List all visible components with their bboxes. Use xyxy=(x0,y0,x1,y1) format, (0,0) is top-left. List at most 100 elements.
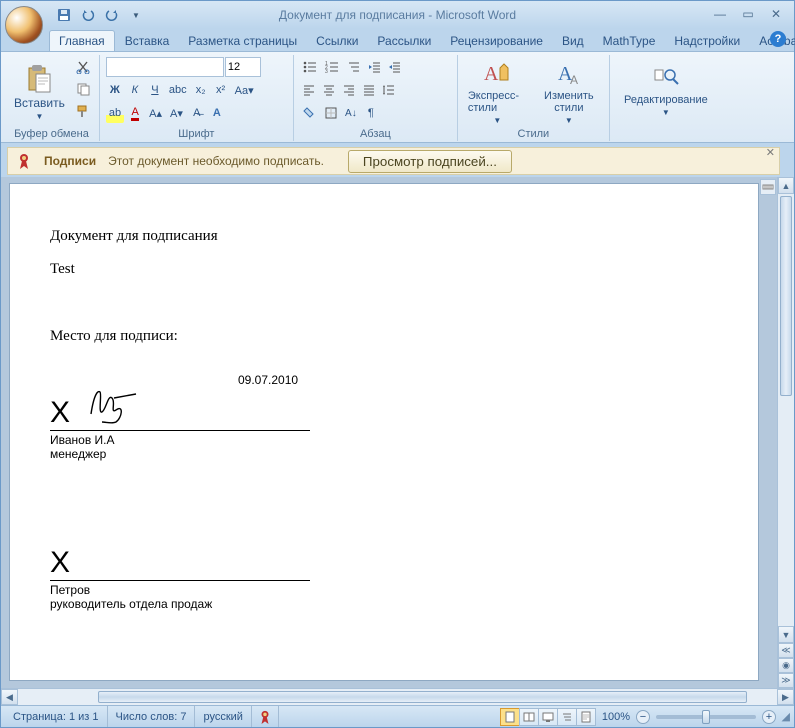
decrease-indent-icon[interactable] xyxy=(366,57,384,77)
redo-icon[interactable] xyxy=(101,4,123,26)
bullets-icon[interactable] xyxy=(300,57,320,77)
document-area: Документ для подписания Test Место для п… xyxy=(1,177,777,688)
hscroll-track[interactable] xyxy=(18,689,777,705)
sigbar-message: Этот документ необходимо подписать. xyxy=(108,154,324,168)
doc-test-line: Test xyxy=(50,261,718,278)
status-zoom-level[interactable]: 100% xyxy=(602,711,630,723)
view-draft-icon[interactable] xyxy=(576,708,596,726)
scroll-down-icon[interactable]: ▼ xyxy=(778,626,794,643)
close-button[interactable]: ✕ xyxy=(764,5,788,23)
tab-home[interactable]: Главная xyxy=(49,30,115,51)
shading-icon[interactable] xyxy=(300,103,320,123)
align-center-icon[interactable] xyxy=(320,80,338,100)
view-signatures-button[interactable]: Просмотр подписей... xyxy=(348,150,512,173)
multilevel-list-icon[interactable] xyxy=(344,57,364,77)
align-right-icon[interactable] xyxy=(340,80,358,100)
highlight-icon[interactable]: ab xyxy=(106,103,124,123)
paste-label: Вставить xyxy=(14,96,65,110)
scroll-track[interactable] xyxy=(778,194,794,626)
help-icon[interactable]: ? xyxy=(770,31,786,47)
scroll-thumb[interactable] xyxy=(780,196,792,396)
shrink-font-icon[interactable]: A▾ xyxy=(167,103,186,123)
font-name-combo[interactable] xyxy=(106,57,224,77)
increase-indent-icon[interactable] xyxy=(386,57,404,77)
signature-block-2[interactable]: X Петров руководитель отдела продаж xyxy=(50,541,310,611)
change-styles-button[interactable]: AA Изменить стили ▼ xyxy=(535,57,603,128)
format-painter-icon[interactable] xyxy=(73,101,93,121)
line-spacing-icon[interactable] xyxy=(380,80,398,100)
show-marks-icon[interactable]: ¶ xyxy=(362,103,380,123)
qat-customize-icon[interactable]: ▼ xyxy=(125,4,147,26)
vertical-scrollbar[interactable]: ▲ ▼ ≪ ◉ ≫ xyxy=(777,177,794,688)
signature-place-label: Место для подписи: xyxy=(50,328,718,345)
quick-access-toolbar: ▼ xyxy=(53,3,147,27)
save-icon[interactable] xyxy=(53,4,75,26)
prev-page-icon[interactable]: ≪ xyxy=(778,643,794,658)
bold-button[interactable]: Ж xyxy=(106,80,124,100)
tab-view[interactable]: Вид xyxy=(553,31,593,51)
paste-button[interactable]: Вставить ▼ xyxy=(10,57,69,128)
justify-icon[interactable] xyxy=(360,80,378,100)
tab-review[interactable]: Рецензирование xyxy=(441,31,552,51)
underline-button[interactable]: Ч xyxy=(146,80,164,100)
next-page-icon[interactable]: ≫ xyxy=(778,673,794,688)
group-styles-label: Стили xyxy=(464,128,603,141)
document-page[interactable]: Документ для подписания Test Место для п… xyxy=(9,183,759,681)
copy-icon[interactable] xyxy=(73,79,93,99)
view-fullscreen-icon[interactable] xyxy=(519,708,539,726)
signature-block-1[interactable]: X Иванов И.А менеджер xyxy=(50,391,310,461)
status-word-count[interactable]: Число слов: 7 xyxy=(108,706,196,727)
signatures-ribbon-icon xyxy=(16,153,32,169)
sigbar-close-icon[interactable]: ✕ xyxy=(766,146,775,159)
view-web-icon[interactable] xyxy=(538,708,558,726)
italic-button[interactable]: К xyxy=(126,80,144,100)
view-outline-icon[interactable] xyxy=(557,708,577,726)
status-page[interactable]: Страница: 1 из 1 xyxy=(5,706,108,727)
strikethrough-icon[interactable]: abc xyxy=(166,80,190,100)
scroll-right-icon[interactable]: ▶ xyxy=(777,689,794,705)
tab-mathtype[interactable]: MathType xyxy=(594,31,665,51)
text-effects-icon[interactable]: A xyxy=(208,103,226,123)
scroll-left-icon[interactable]: ◀ xyxy=(1,689,18,705)
superscript-icon[interactable]: x² xyxy=(212,80,230,100)
zoom-slider-thumb[interactable] xyxy=(702,710,710,724)
quick-styles-button[interactable]: A Экспресс-стили ▼ xyxy=(464,57,531,128)
status-language[interactable]: русский xyxy=(195,706,251,727)
restore-button[interactable]: ▭ xyxy=(736,5,760,23)
view-print-layout-icon[interactable] xyxy=(500,708,520,726)
subscript-icon[interactable]: x₂ xyxy=(192,80,210,100)
tab-insert[interactable]: Вставка xyxy=(116,31,179,51)
scroll-up-icon[interactable]: ▲ xyxy=(778,177,794,194)
browse-object-icon[interactable]: ◉ xyxy=(778,658,794,673)
borders-icon[interactable] xyxy=(322,103,340,123)
quick-styles-label: Экспресс-стили xyxy=(468,90,527,114)
sort-icon[interactable]: A↓ xyxy=(342,103,360,123)
font-color-icon[interactable]: A xyxy=(126,103,144,123)
ribbon-tabs: Главная Вставка Разметка страницы Ссылки… xyxy=(1,29,794,51)
horizontal-scrollbar[interactable]: ◀ ▶ xyxy=(1,688,794,705)
chevron-down-icon: ▼ xyxy=(493,116,501,125)
hscroll-thumb[interactable] xyxy=(98,691,747,703)
office-button[interactable] xyxy=(5,6,43,44)
minimize-button[interactable]: — xyxy=(708,5,732,23)
font-size-combo[interactable] xyxy=(225,57,261,77)
clear-formatting-icon[interactable]: A̶ xyxy=(188,103,206,123)
resize-grip-icon[interactable]: ◢ xyxy=(776,710,790,723)
grow-font-icon[interactable]: A▴ xyxy=(146,103,165,123)
undo-icon[interactable] xyxy=(77,4,99,26)
change-case-icon[interactable]: Aa▾ xyxy=(232,80,257,100)
tab-addins[interactable]: Надстройки xyxy=(665,31,749,51)
status-signatures-icon[interactable] xyxy=(252,706,279,727)
ruler-toggle-icon[interactable] xyxy=(760,179,776,195)
tab-references[interactable]: Ссылки xyxy=(307,31,367,51)
zoom-in-button[interactable]: + xyxy=(762,710,776,724)
tab-mailings[interactable]: Рассылки xyxy=(368,31,440,51)
align-left-icon[interactable] xyxy=(300,80,318,100)
zoom-slider[interactable] xyxy=(656,715,756,719)
cut-icon[interactable] xyxy=(73,57,93,77)
chevron-down-icon: ▼ xyxy=(662,108,670,117)
tab-page-layout[interactable]: Разметка страницы xyxy=(179,31,306,51)
zoom-out-button[interactable]: − xyxy=(636,710,650,724)
numbering-icon[interactable]: 123 xyxy=(322,57,342,77)
editing-button[interactable]: Редактирование ▼ xyxy=(616,57,716,128)
